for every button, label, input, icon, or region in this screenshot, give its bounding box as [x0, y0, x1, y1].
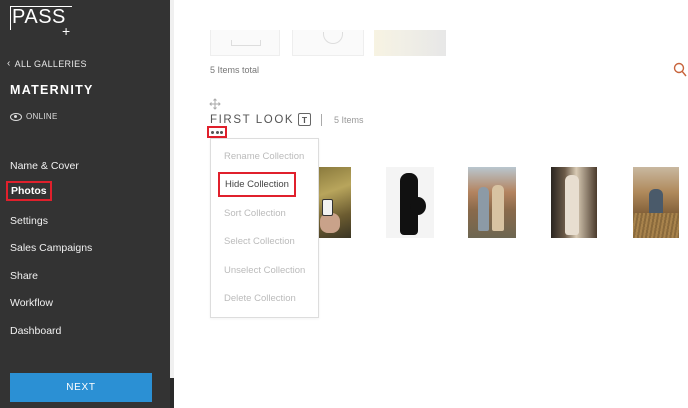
logo-plus-icon: + [62, 23, 71, 39]
collection-title: FIRST LOOK [210, 114, 295, 126]
divider [321, 114, 322, 126]
collection-item-count: 5 Items [334, 115, 364, 125]
more-dots-icon [211, 130, 214, 134]
nav-name-cover[interactable]: Name & Cover [10, 160, 79, 172]
all-galleries-label: ALL GALLERIES [14, 58, 87, 69]
menu-unselect-collection[interactable]: Unselect Collection [224, 265, 305, 276]
more-options-button[interactable] [207, 126, 227, 138]
thumb-shape [231, 40, 261, 46]
thumb-shape [323, 32, 343, 44]
photo-thumbnail[interactable] [468, 167, 516, 238]
gallery-status[interactable]: ONLINE [10, 112, 58, 121]
sidebar: PASS + ‹ ALL GALLERIES MATERNITY ONLINE … [0, 0, 170, 408]
nav-sales-campaigns[interactable]: Sales Campaigns [10, 242, 92, 254]
menu-rename-collection[interactable]: Rename Collection [224, 151, 304, 162]
photo-content [633, 213, 679, 238]
previous-collection-thumb[interactable] [374, 30, 446, 56]
text-type-icon[interactable]: T [298, 113, 311, 126]
more-dots-icon [215, 130, 219, 134]
nav-photos[interactable]: Photos [6, 181, 52, 201]
sidebar-border-bottom [170, 378, 174, 408]
photo-thumbnail[interactable] [633, 167, 679, 238]
photo-content [565, 175, 579, 235]
photo-content [492, 185, 504, 231]
photo-thumbnail[interactable] [551, 167, 597, 238]
photo-content [322, 199, 333, 216]
sidebar-border [170, 0, 174, 378]
next-button[interactable]: NEXT [10, 373, 152, 402]
collection-options-menu: Rename Collection Hide Collection Sort C… [210, 138, 319, 318]
nav-dashboard[interactable]: Dashboard [10, 325, 61, 337]
more-dots-icon [220, 130, 223, 134]
nav-share[interactable]: Share [10, 270, 38, 282]
photo-content [320, 213, 340, 233]
photo-thumbnail[interactable] [386, 167, 434, 238]
move-icon[interactable] [209, 98, 221, 110]
items-total: 5 Items total [210, 65, 260, 75]
photo-content [478, 187, 489, 231]
gallery-name: MATERNITY [10, 83, 94, 97]
photo-content [410, 197, 426, 215]
menu-select-collection[interactable]: Select Collection [224, 236, 295, 247]
nav-workflow[interactable]: Workflow [10, 297, 53, 309]
eye-icon [10, 112, 22, 121]
chevron-left-icon: ‹ [7, 58, 11, 69]
status-label: ONLINE [26, 112, 58, 121]
previous-collection-thumb[interactable] [210, 30, 280, 56]
menu-hide-collection[interactable]: Hide Collection [218, 172, 296, 197]
logo: PASS [12, 6, 66, 28]
photo-thumbnail[interactable] [318, 167, 351, 238]
search-icon[interactable] [673, 62, 687, 78]
menu-delete-collection[interactable]: Delete Collection [224, 293, 296, 304]
all-galleries-link[interactable]: ‹ ALL GALLERIES [7, 58, 87, 69]
previous-collection-thumb[interactable] [292, 30, 364, 56]
nav-settings[interactable]: Settings [10, 215, 48, 227]
menu-sort-collection[interactable]: Sort Collection [224, 208, 286, 219]
